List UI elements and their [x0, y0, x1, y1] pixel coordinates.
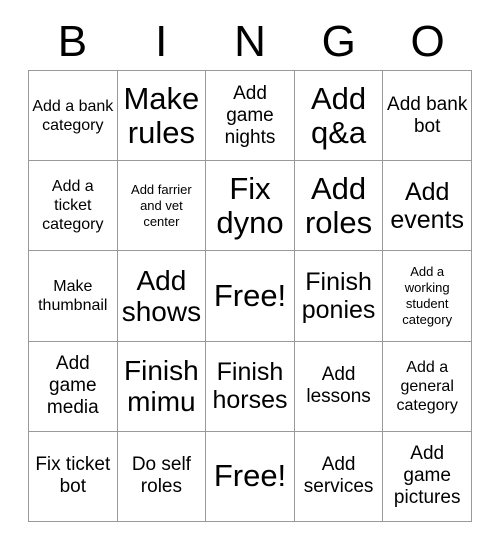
- bingo-cell-label: Add services: [303, 454, 374, 498]
- bingo-cell[interactable]: Finish mimu: [117, 341, 207, 432]
- bingo-cell-label: Add bank bot: [387, 93, 468, 137]
- bingo-grid: Add a bank category Make rules Add game …: [28, 70, 472, 522]
- bingo-cell[interactable]: Add game pictures: [383, 431, 472, 522]
- bingo-cell-label: Add roles: [304, 170, 373, 240]
- bingo-cell-label: Add a working student category: [402, 263, 453, 327]
- bingo-cell[interactable]: Do self roles: [117, 431, 207, 522]
- bingo-cell[interactable]: Add roles: [294, 161, 384, 252]
- bingo-card: B I N G O Add a bank category Make rules…: [0, 0, 500, 544]
- bingo-cell-label: Add farrier and vet center: [131, 181, 192, 229]
- bingo-header-letter-b: B: [57, 17, 88, 66]
- bingo-cell-label: Free!: [213, 277, 287, 313]
- bingo-cell-label: Free!: [213, 458, 287, 494]
- bingo-cell[interactable]: Add bank bot: [383, 71, 472, 162]
- bingo-cell[interactable]: Add a bank category: [29, 71, 118, 162]
- bingo-cell[interactable]: Add a working student category: [383, 251, 472, 342]
- bingo-cell-label: Add a general category: [396, 358, 458, 414]
- bingo-cell-label: Add lessons: [306, 364, 371, 408]
- bingo-cell-label: Add shows: [121, 264, 202, 327]
- bingo-cell[interactable]: Add services: [294, 431, 384, 522]
- bingo-cell-label: Finish horses: [212, 358, 288, 415]
- bingo-header-letter-o: O: [410, 17, 445, 66]
- bingo-cell[interactable]: Add game media: [29, 341, 118, 432]
- bingo-cell-label: Add a bank category: [32, 97, 114, 134]
- bingo-cell[interactable]: Add a ticket category: [29, 161, 118, 252]
- bingo-cell[interactable]: Finish ponies: [294, 251, 384, 342]
- bingo-cell-label: Add game media: [46, 353, 99, 419]
- bingo-cell-label: Add q&a: [311, 80, 367, 150]
- bingo-cell[interactable]: Add events: [383, 161, 472, 252]
- bingo-cell[interactable]: Add shows: [117, 251, 207, 342]
- bingo-cell[interactable]: Make rules: [117, 71, 207, 162]
- bingo-cell-label: Add events: [390, 177, 465, 234]
- bingo-header-letter-i: I: [155, 17, 168, 66]
- bingo-cell[interactable]: Add farrier and vet center: [117, 161, 207, 252]
- bingo-header-letter-g: G: [321, 17, 356, 66]
- bingo-cell-label: Finish ponies: [301, 267, 376, 324]
- bingo-cell[interactable]: Add game nights: [206, 71, 295, 162]
- bingo-cell-label: Finish mimu: [124, 355, 199, 418]
- bingo-header-letter-n: N: [234, 17, 266, 66]
- bingo-cell-free[interactable]: Free!: [206, 431, 295, 522]
- bingo-cell-label: Make rules: [123, 80, 200, 150]
- bingo-cell-label: Fix dyno: [216, 170, 284, 240]
- bingo-cell[interactable]: Add q&a: [294, 71, 384, 162]
- bingo-cell[interactable]: Add lessons: [294, 341, 384, 432]
- bingo-cell-label: Add game pictures: [393, 443, 461, 509]
- bingo-cell[interactable]: Make thumbnail: [29, 251, 118, 342]
- bingo-cell-free[interactable]: Free!: [206, 251, 295, 342]
- bingo-cell[interactable]: Fix dyno: [206, 161, 295, 252]
- bingo-cell-label: Add game nights: [224, 82, 276, 148]
- bingo-cell[interactable]: Finish horses: [206, 341, 295, 432]
- bingo-cell-label: Add a ticket category: [42, 178, 104, 234]
- bingo-header-row: B I N G O: [28, 14, 472, 70]
- bingo-cell-label: Do self roles: [131, 454, 191, 498]
- bingo-cell[interactable]: Add a general category: [383, 341, 472, 432]
- bingo-cell[interactable]: Fix ticket bot: [29, 431, 118, 522]
- bingo-cell-label: Fix ticket bot: [35, 454, 111, 498]
- bingo-cell-label: Make thumbnail: [38, 277, 108, 314]
